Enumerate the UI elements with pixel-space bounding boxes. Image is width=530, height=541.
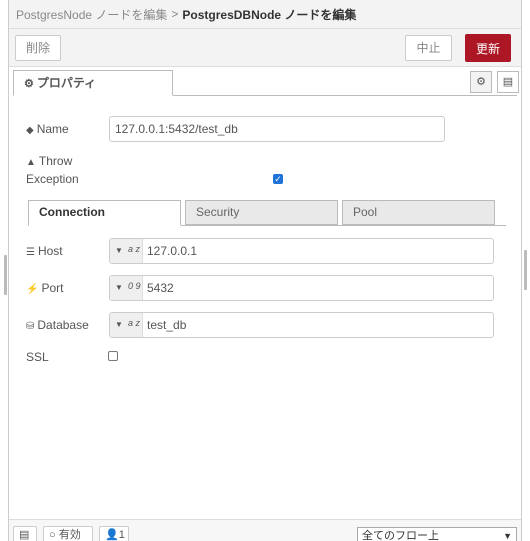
caret-down-icon: ▼ (115, 246, 123, 255)
server-icon: ☰ (26, 247, 35, 258)
database-type-select[interactable]: ▼ a z (110, 313, 143, 337)
ssl-checkbox[interactable] (108, 351, 118, 361)
update-button[interactable]: 更新 (465, 34, 511, 62)
ssl-label: SSL (26, 350, 49, 364)
user-icon: 👤 (105, 529, 119, 541)
breadcrumb-separator: > (171, 7, 179, 21)
tray-toolbar: 削除 中止 更新 (9, 29, 521, 67)
right-resize-handle[interactable] (524, 250, 527, 290)
host-input[interactable]: 127.0.0.1 (147, 239, 197, 263)
gear-icon: ⚙ (24, 78, 34, 90)
description-document-icon[interactable]: ▤ (497, 71, 519, 93)
name-label-text: Name (36, 122, 69, 136)
users-button[interactable]: 👤1 (99, 526, 129, 541)
throw-label-line2: Exception (26, 172, 79, 186)
warning-icon: ▲ (26, 157, 36, 168)
port-label-text: Port (41, 281, 64, 295)
node-settings-gear-icon[interactable]: ⚙ (470, 71, 492, 93)
enabled-label: 有効 (58, 529, 81, 541)
host-typed-input[interactable]: ▼ a z 127.0.0.1 (109, 238, 494, 264)
tag-icon: ◆ (26, 125, 34, 136)
port-type-select[interactable]: ▼ 0 9 (110, 276, 143, 300)
tab-pool-label: Pool (353, 205, 378, 219)
flow-scope-select[interactable]: 全てのフロー上 ▼ (357, 527, 517, 541)
throw-exception-label: ▲ Throw Exception (26, 153, 79, 187)
edit-tray: PostgresNode ノードを編集 > PostgresDBNode ノード… (8, 0, 522, 541)
host-label-text: Host (37, 244, 63, 258)
throw-label-line1: Throw (38, 154, 73, 168)
tab-properties[interactable]: ⚙ プロパティ (13, 70, 173, 96)
circle-icon: ○ (49, 529, 56, 541)
string-type-icon: a z (128, 318, 141, 328)
database-typed-input[interactable]: ▼ a z test_db (109, 312, 494, 338)
database-input[interactable]: test_db (147, 313, 186, 337)
tab-security[interactable]: Security (185, 200, 338, 225)
breadcrumb-previous[interactable]: PostgresNode ノードを編集 (16, 6, 167, 23)
flow-scope-value: 全てのフロー上 (362, 530, 439, 541)
port-input[interactable]: 5432 (147, 276, 174, 300)
database-icon: ⛁ (26, 321, 35, 332)
database-label: ⛁ Database (26, 318, 89, 332)
enabled-toggle[interactable]: ○ 有効 (43, 526, 93, 541)
breadcrumb: PostgresNode ノードを編集 > PostgresDBNode ノード… (9, 0, 521, 29)
plug-icon: ⚡ (26, 284, 39, 295)
name-label: ◆ Name (26, 122, 69, 136)
host-type-select[interactable]: ▼ a z (110, 239, 143, 263)
breadcrumb-current: PostgresDBNode ノードを編集 (182, 7, 357, 22)
tab-security-label: Security (196, 205, 240, 219)
port-typed-input[interactable]: ▼ 0 9 5432 (109, 275, 494, 301)
left-resize-handle[interactable] (4, 255, 7, 295)
throw-exception-checkbox[interactable]: ✓ (273, 174, 283, 184)
tray-footer: ▤ ○ 有効 👤1 全てのフロー上 ▼ (9, 519, 521, 541)
number-type-icon: 0 9 (128, 281, 141, 291)
database-label-text: Database (37, 318, 89, 332)
tab-pool[interactable]: Pool (342, 200, 495, 225)
port-label: ⚡ Port (26, 281, 63, 295)
caret-down-icon: ▼ (115, 320, 123, 329)
host-label: ☰ Host (26, 244, 63, 258)
string-type-icon: a z (128, 244, 141, 254)
cancel-button[interactable]: 中止 (405, 35, 452, 61)
users-count: 1 (118, 529, 125, 541)
delete-button[interactable]: 削除 (15, 35, 61, 61)
tab-connection[interactable]: Connection (28, 200, 181, 226)
name-input[interactable] (109, 116, 445, 142)
caret-down-icon: ▼ (115, 283, 123, 292)
tab-connection-label: Connection (39, 205, 105, 219)
tab-properties-label: プロパティ (36, 76, 97, 90)
chevron-down-icon: ▼ (503, 531, 512, 541)
help-book-button[interactable]: ▤ (13, 526, 37, 541)
